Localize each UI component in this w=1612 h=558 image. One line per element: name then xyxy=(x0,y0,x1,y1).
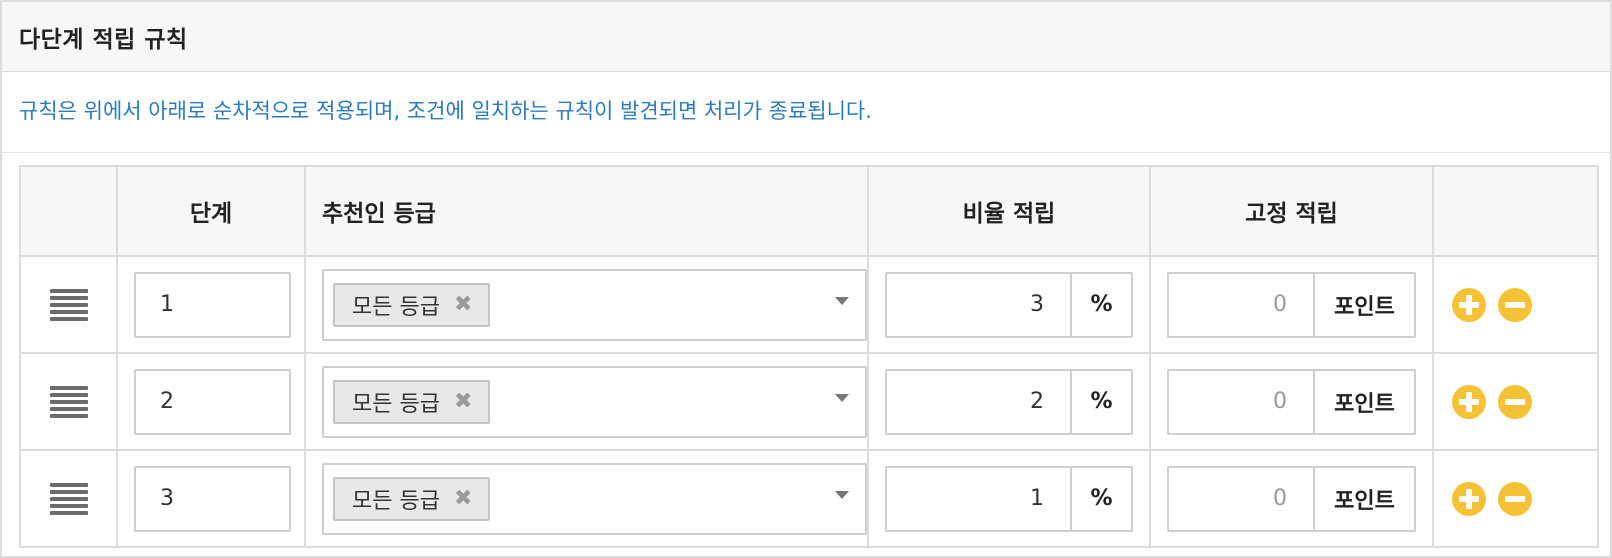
fixed-input-group: 포인트 xyxy=(1167,368,1416,435)
plus-circle-icon[interactable] xyxy=(1452,384,1486,419)
chevron-down-icon[interactable] xyxy=(835,296,849,305)
table-header-row: 단계 추천인 등급 비율 적립 고정 적립 xyxy=(19,165,1599,257)
grade-tag: 모든 등급 ✖ xyxy=(333,282,491,327)
row-actions xyxy=(1450,481,1581,516)
table-row: 모든 등급 ✖ % 포인트 xyxy=(19,255,1599,354)
drag-handle-icon[interactable] xyxy=(49,482,88,515)
minus-circle-icon[interactable] xyxy=(1498,287,1532,322)
minus-circle-icon[interactable] xyxy=(1498,384,1532,419)
rate-input[interactable] xyxy=(885,465,1070,532)
chevron-down-icon[interactable] xyxy=(835,393,849,402)
header-referrer-grade: 추천인 등급 xyxy=(304,165,869,257)
multi-level-rules-panel: 다단계 적립 규칙 규칙은 위에서 아래로 순차적으로 적용되며, 조건에 일치… xyxy=(0,0,1612,558)
header-fixed-accrual: 고정 적립 xyxy=(1149,165,1434,257)
rate-unit: % xyxy=(1070,465,1133,532)
grade-tag-label: 모든 등급 xyxy=(352,391,440,417)
header-step: 단계 xyxy=(116,165,306,257)
step-input[interactable] xyxy=(134,271,291,338)
grade-select[interactable]: 모든 등급 ✖ xyxy=(322,268,867,341)
chevron-down-icon[interactable] xyxy=(835,490,849,499)
grade-tag: 모든 등급 ✖ xyxy=(333,476,491,521)
points-unit: 포인트 xyxy=(1313,271,1416,338)
rate-input-group: % xyxy=(885,368,1133,435)
fixed-input-group: 포인트 xyxy=(1167,465,1416,532)
close-icon[interactable]: ✖ xyxy=(454,292,472,317)
grade-tag-label: 모든 등급 xyxy=(352,294,440,320)
grade-tag-label: 모든 등급 xyxy=(352,488,440,514)
close-icon[interactable]: ✖ xyxy=(454,486,472,511)
drag-handle-icon[interactable] xyxy=(49,288,88,321)
divider xyxy=(2,152,1610,153)
panel-header: 다단계 적립 규칙 xyxy=(2,2,1610,72)
fixed-points-input[interactable] xyxy=(1167,271,1313,338)
grade-tag: 모든 등급 ✖ xyxy=(333,379,491,424)
points-unit: 포인트 xyxy=(1313,368,1416,435)
step-input[interactable] xyxy=(134,368,291,435)
rate-input[interactable] xyxy=(885,368,1070,435)
header-actions xyxy=(1432,165,1599,257)
grade-select[interactable]: 모든 등급 ✖ xyxy=(322,462,867,535)
step-input[interactable] xyxy=(134,465,291,532)
table-row: 모든 등급 ✖ % 포인트 xyxy=(19,352,1599,451)
row-actions xyxy=(1450,287,1581,322)
panel-title: 다단계 적립 규칙 xyxy=(19,26,188,53)
fixed-input-group: 포인트 xyxy=(1167,271,1416,338)
rules-notice: 규칙은 위에서 아래로 순차적으로 적용되며, 조건에 일치하는 규칙이 발견되… xyxy=(19,99,872,123)
row-actions xyxy=(1450,384,1581,419)
rate-unit: % xyxy=(1070,368,1133,435)
rate-unit: % xyxy=(1070,271,1133,338)
rate-input-group: % xyxy=(885,271,1133,338)
rate-input[interactable] xyxy=(885,271,1070,338)
minus-circle-icon[interactable] xyxy=(1498,481,1532,516)
header-rate-accrual: 비율 적립 xyxy=(867,165,1151,257)
header-drag xyxy=(19,165,118,257)
plus-circle-icon[interactable] xyxy=(1452,481,1486,516)
table-row: 모든 등급 ✖ % 포인트 xyxy=(19,449,1599,548)
fixed-points-input[interactable] xyxy=(1167,368,1313,435)
plus-circle-icon[interactable] xyxy=(1452,287,1486,322)
close-icon[interactable]: ✖ xyxy=(454,389,472,414)
points-unit: 포인트 xyxy=(1313,465,1416,532)
rate-input-group: % xyxy=(885,465,1133,532)
grade-select[interactable]: 모든 등급 ✖ xyxy=(322,365,867,438)
fixed-points-input[interactable] xyxy=(1167,465,1313,532)
rules-table: 단계 추천인 등급 비율 적립 고정 적립 모든 등급 xyxy=(19,165,1599,548)
drag-handle-icon[interactable] xyxy=(49,385,88,418)
